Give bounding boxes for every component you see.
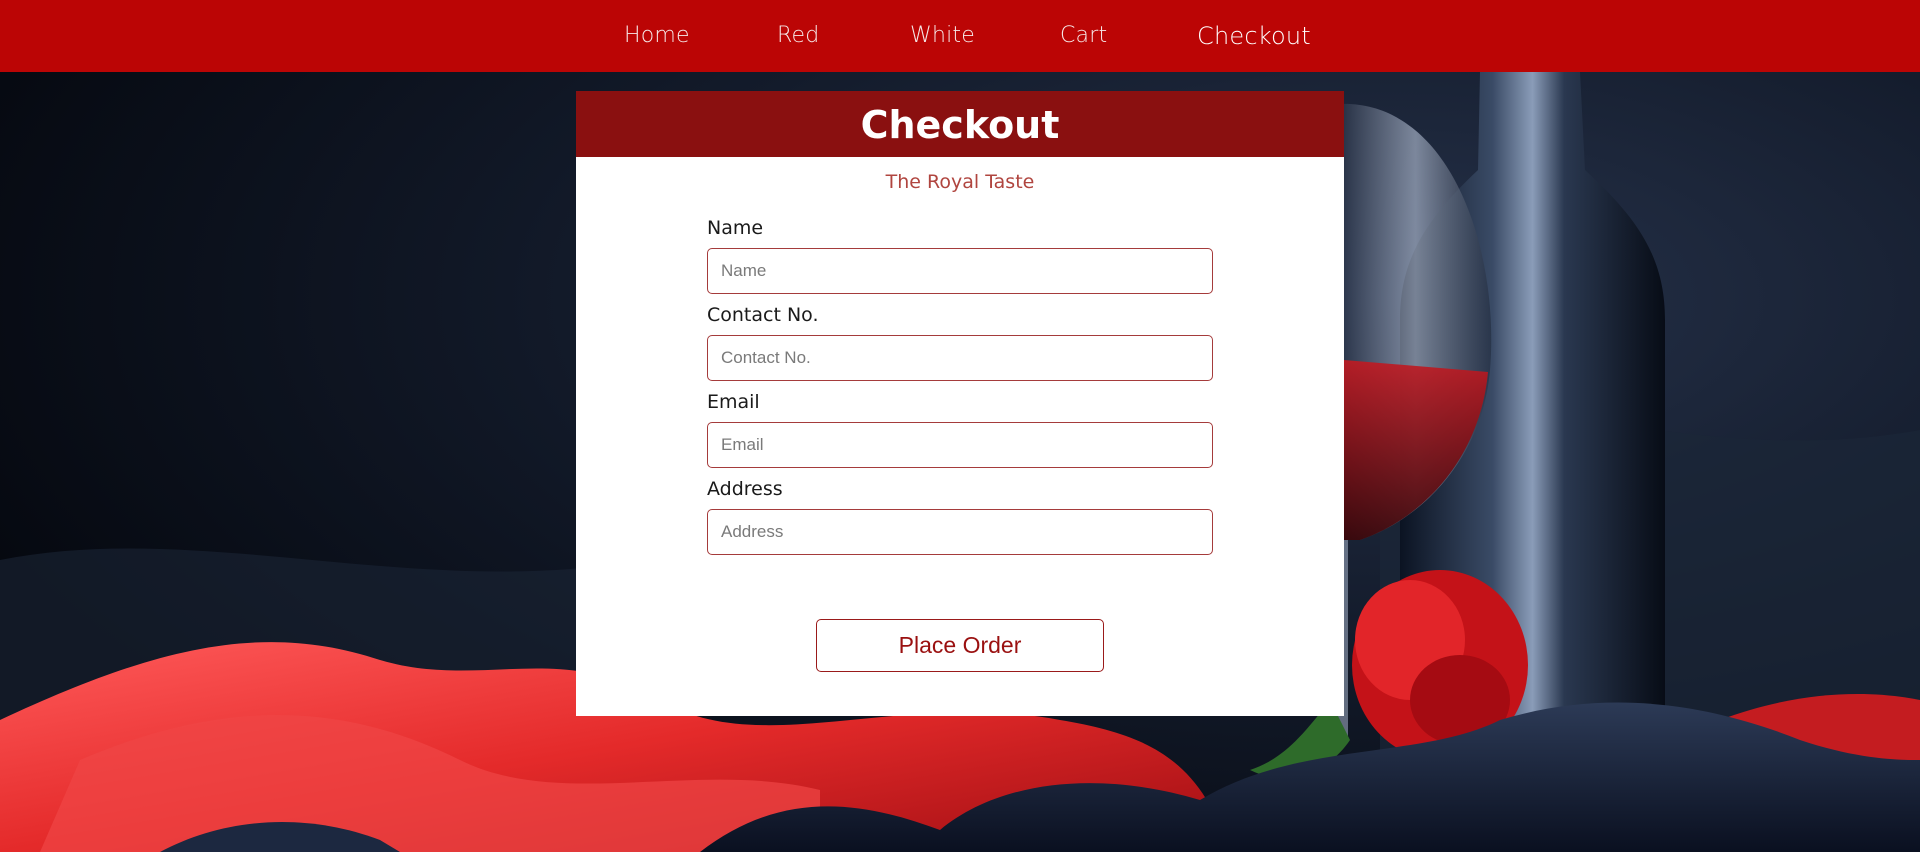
checkout-title: Checkout bbox=[576, 91, 1344, 157]
nav-link-cart[interactable]: Cart bbox=[1060, 0, 1107, 72]
top-navbar: Home Red White Cart Checkout bbox=[0, 0, 1920, 72]
brand-subtitle: The Royal Taste bbox=[885, 171, 1035, 193]
nav-link-checkout[interactable]: Checkout bbox=[1197, 0, 1311, 72]
name-label: Name bbox=[707, 217, 764, 239]
email-input[interactable] bbox=[707, 422, 1213, 468]
place-order-button[interactable]: Place Order bbox=[816, 619, 1104, 672]
address-label: Address bbox=[707, 478, 783, 500]
name-input[interactable] bbox=[707, 248, 1213, 294]
contact-input[interactable] bbox=[707, 335, 1213, 381]
nav-link-red[interactable]: Red bbox=[777, 0, 819, 72]
checkout-card: Checkout The Royal Taste Name Contact No… bbox=[576, 91, 1344, 716]
address-input[interactable] bbox=[707, 509, 1213, 555]
contact-label: Contact No. bbox=[707, 304, 819, 326]
nav-link-white[interactable]: White bbox=[910, 0, 975, 72]
nav-link-home[interactable]: Home bbox=[624, 0, 690, 72]
email-label: Email bbox=[707, 391, 760, 413]
